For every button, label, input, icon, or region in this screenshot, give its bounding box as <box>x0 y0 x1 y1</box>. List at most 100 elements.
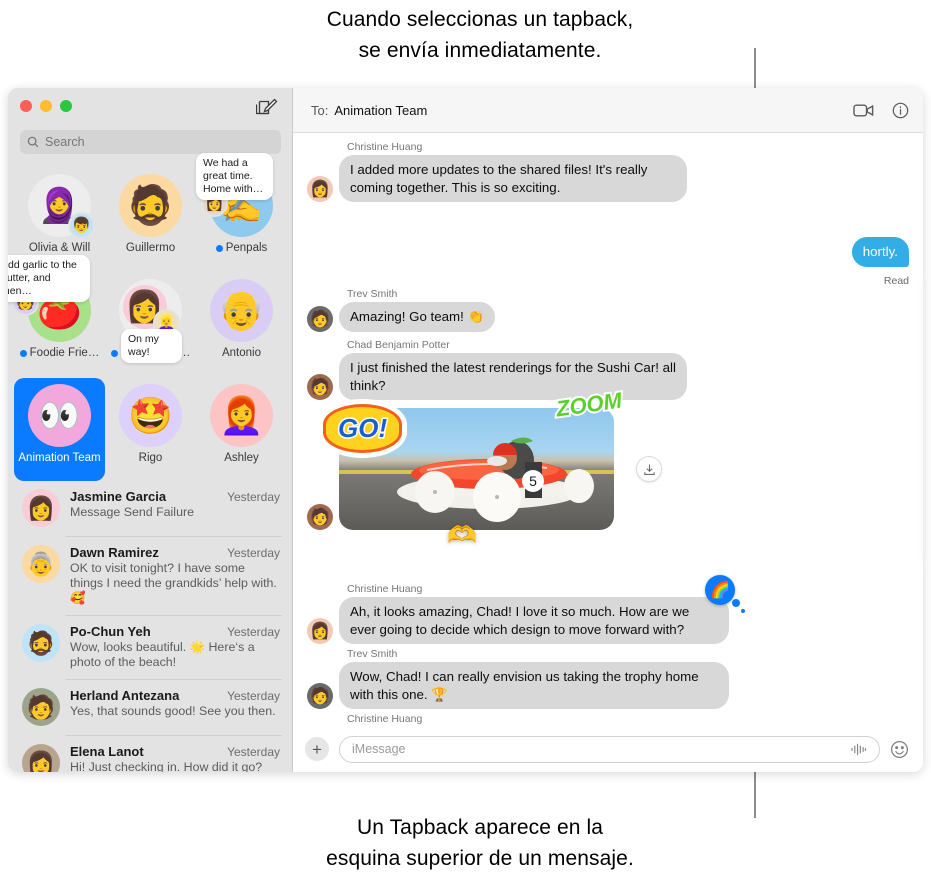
list-item-body: Elena Lanot Yesterday Hi! Just checking … <box>70 744 280 772</box>
zoom-button[interactable] <box>60 100 72 112</box>
pinned-label: Ashley <box>224 452 259 464</box>
message-preview: Yes, that sounds good! See you then. <box>70 704 276 718</box>
list-item[interactable]: 👵 Dawn Ramirez Yesterday OK to visit ton… <box>8 536 292 615</box>
avatar: 👩‍🦰 <box>210 384 273 447</box>
pinned-penpals[interactable]: ✍️ 👩 We had a great time. Home with… Pen… <box>196 153 287 271</box>
list-item[interactable]: 🧔 Po-Chun Yeh Yesterday Wow, looks beaut… <box>8 615 292 679</box>
timestamp: Yesterday <box>227 546 280 560</box>
message-row: 👩 Christine Huang Do you want to review … <box>307 713 724 726</box>
message-row: 🧑 Trev Smith Amazing! Go team! 👏 <box>307 288 496 332</box>
message-bubble[interactable]: hortly. <box>847 237 909 267</box>
conversation-list: 👩 Jasmine Garcia Yesterday Message Send … <box>8 480 292 772</box>
message-sender: Christine Huang <box>347 713 423 725</box>
search-input[interactable]: Search <box>20 130 281 154</box>
pinned-guillermo[interactable]: 🧔 Guillermo <box>105 168 196 271</box>
sidebar: Search 🧕 👦 Olivia & Will 🧔 Guillermo ✍️ … <box>8 88 293 772</box>
message-bubble[interactable]: Wow, Chad! I can really envision us taki… <box>335 662 729 709</box>
message-sender: Christine Huang <box>347 583 423 595</box>
avatar: 🧑 <box>307 504 333 530</box>
pinned-label: Penpals <box>215 242 267 254</box>
thread-recipient[interactable]: Animation Team <box>334 103 427 118</box>
search-icon <box>27 136 39 148</box>
message-input[interactable]: iMessage <box>339 735 880 763</box>
unread-dot <box>110 349 118 357</box>
timestamp: Yesterday <box>227 625 280 639</box>
pinned-rigo[interactable]: 🤩 Rigo <box>105 378 196 481</box>
pinned-antonio[interactable]: 👴 Antonio <box>196 273 287 376</box>
pinned-conversations: 🧕 👦 Olivia & Will 🧔 Guillermo ✍️ 👩 We ha… <box>8 153 287 481</box>
pinned-label: Foodie Frie… <box>19 347 99 359</box>
message-bubble[interactable]: Amazing! Go team! 👏 <box>334 302 496 332</box>
message-sender: Christine Huang <box>347 141 423 153</box>
list-item-body: Jasmine Garcia Yesterday Message Send Fa… <box>70 489 280 527</box>
pinned-preview-bubble: We had a great time. Home with… <box>196 153 273 200</box>
list-item[interactable]: 👩 Jasmine Garcia Yesterday Message Send … <box>8 480 292 536</box>
avatar: 🧑 <box>22 688 60 726</box>
message-row-with-tapback: 👩 Christine Huang Ah, it looks amazing, … <box>307 575 745 644</box>
pinned-label: Olivia & Will <box>28 242 91 254</box>
sticker-go[interactable]: GO! <box>323 404 403 453</box>
video-camera-icon[interactable] <box>853 103 874 118</box>
close-button[interactable] <box>20 100 32 112</box>
avatar: 🍅 🧑 Add garlic to the butter, and then… <box>8 255 91 342</box>
list-item-body: Dawn Ramirez Yesterday OK to visit tonig… <box>70 545 280 606</box>
message-sender: Chad Benjamin Potter <box>347 339 450 351</box>
pinned-label: Rigo <box>138 452 163 464</box>
pinned-preview-bubble: Add garlic to the butter, and then… <box>8 255 90 302</box>
avatar: 👵 <box>22 545 60 583</box>
pinned-preview-bubble: On my way! <box>121 329 182 363</box>
avatar: 🧑 <box>307 374 333 400</box>
avatar-secondary: 👦 <box>68 212 95 239</box>
thread-header: To: Animation Team <box>293 88 923 133</box>
rainbow-icon: 🌈 <box>710 582 730 599</box>
list-item-body: Po-Chun Yeh Yesterday Wow, looks beautif… <box>70 624 280 670</box>
message-row: 👩 Christine Huang I added more updates t… <box>307 141 687 202</box>
message-bubble[interactable]: Ah, it looks amazing, Chad! I love it so… <box>335 597 729 644</box>
callout-top: Cuando seleccionas un tapback, se envía … <box>200 4 760 66</box>
pinned-foodie-friends[interactable]: 🍅 🧑 Add garlic to the butter, and then… … <box>8 255 105 376</box>
timestamp: Yesterday <box>227 745 280 759</box>
message-row: 🧑 Trev Smith Wow, Chad! I can really env… <box>307 648 729 709</box>
emoji-picker-icon[interactable] <box>890 740 909 759</box>
message-list: 👩 Christine Huang I added more updates t… <box>293 133 923 726</box>
message-bubble[interactable]: I just finished the latest renderings fo… <box>335 353 687 400</box>
messages-window: Search 🧕 👦 Olivia & Will 🧔 Guillermo ✍️ … <box>8 88 923 772</box>
avatar: 👩 <box>22 489 60 527</box>
save-icon[interactable] <box>636 456 662 482</box>
avatar: 🧕 👦 <box>28 174 95 239</box>
info-icon[interactable] <box>892 102 909 119</box>
callout-top-line2: se envía inmediatamente. <box>358 39 602 62</box>
pinned-label: Guillermo <box>125 242 176 254</box>
pinned-animation-team[interactable]: 👀 Animation Team <box>14 378 105 481</box>
message-row: 🧑 Chad Benjamin Potter I just finished t… <box>307 339 687 400</box>
list-item-body: Herland Antezana Yesterday Yes, that sou… <box>70 688 280 726</box>
search-placeholder: Search <box>45 135 85 149</box>
message-sender: Trev Smith <box>347 648 398 660</box>
message-preview: OK to visit tonight? I have some things … <box>70 561 277 605</box>
contact-name: Herland Antezana <box>70 688 180 703</box>
timestamp: Yesterday <box>227 689 280 703</box>
compose-icon[interactable] <box>256 96 278 118</box>
screenshot-root: Cuando seleccionas un tapback, se envía … <box>0 0 931 888</box>
pinned-jasmine-li[interactable]: 👩 👱‍♀️ On my way! Jasmine, Li… <box>105 273 196 376</box>
tapback-badge[interactable]: 🌈 <box>705 575 745 613</box>
minimize-button[interactable] <box>40 100 52 112</box>
avatar: 🤩 <box>119 384 182 447</box>
status-badge: Read <box>883 274 909 287</box>
audio-waveform-icon[interactable] <box>850 743 867 756</box>
list-item[interactable]: 🧑 Herland Antezana Yesterday Yes, that s… <box>8 679 292 735</box>
window-controls <box>20 100 72 112</box>
unread-dot <box>19 349 27 357</box>
timestamp: Yesterday <box>227 490 280 504</box>
message-bubble[interactable]: I added more updates to the shared files… <box>335 155 687 202</box>
svg-text:5: 5 <box>529 473 537 489</box>
pinned-ashley[interactable]: 👩‍🦰 Ashley <box>196 378 287 481</box>
list-item[interactable]: 👩 Elena Lanot Yesterday Hi! Just checkin… <box>8 735 292 772</box>
avatar: 🧔 <box>119 174 182 237</box>
contact-name: Elena Lanot <box>70 744 144 759</box>
to-label: To: <box>311 102 329 118</box>
message-sender: Trev Smith <box>347 288 398 300</box>
photo-attachment[interactable]: 5 GO! ZOOM 🫶 <box>323 386 662 549</box>
add-attachment-button[interactable]: + <box>305 737 329 761</box>
sticker-heart-hands[interactable]: 🫶 <box>447 521 477 550</box>
